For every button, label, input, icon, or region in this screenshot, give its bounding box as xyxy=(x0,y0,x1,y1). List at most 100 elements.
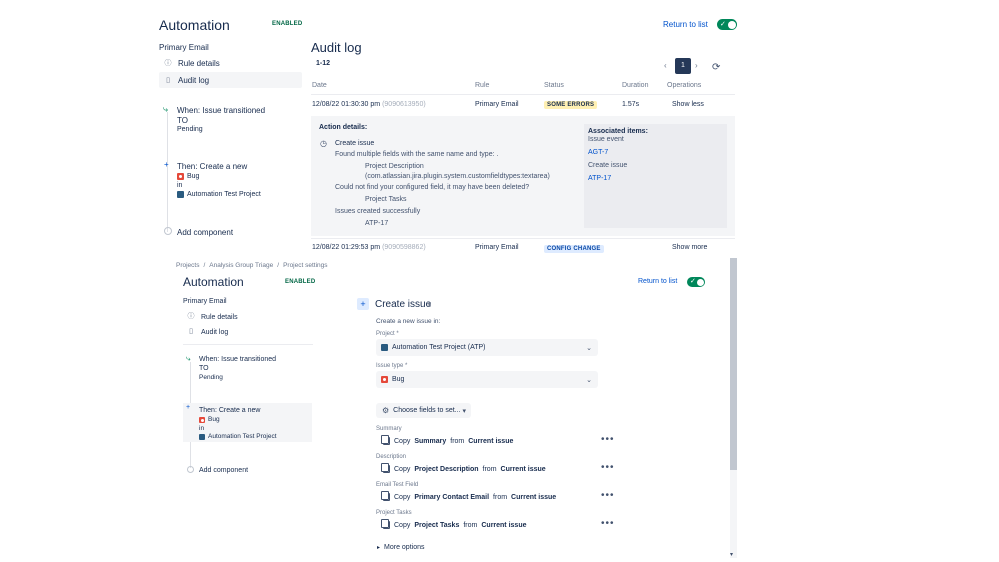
copy-field: Summary xyxy=(414,437,447,445)
row2-show-more[interactable]: Show more xyxy=(672,244,707,251)
more-icon[interactable]: ••• xyxy=(601,434,615,445)
bug-icon xyxy=(199,416,205,423)
copy-source: Current issue xyxy=(481,521,527,529)
document-icon: ▯ xyxy=(189,328,193,335)
row1-duration: 1.57s xyxy=(622,101,640,108)
editor-heading: Create issue xyxy=(375,299,432,310)
issue-type-field-label: Issue type * xyxy=(376,363,408,369)
breadcrumb-separator: / xyxy=(277,262,280,269)
branch-icon: ⤷ xyxy=(186,354,191,363)
bottom-nav-audit-log[interactable]: ▯ Audit log xyxy=(187,328,228,336)
clock-icon: ◷ xyxy=(320,139,327,148)
copy-field: Project Tasks xyxy=(414,521,460,529)
more-icon[interactable]: ••• xyxy=(601,490,615,501)
audit-heading: Audit log xyxy=(311,40,362,55)
breadcrumb: Projects / Analysis Group Triage / Proje… xyxy=(176,262,328,269)
top-action-line1[interactable]: Then: Create a new xyxy=(177,162,247,171)
more-icon[interactable]: ••• xyxy=(601,518,615,529)
bottom-return-link[interactable]: Return to list xyxy=(638,278,677,285)
bottom-add-component[interactable]: Add component xyxy=(199,467,248,474)
more-options-toggle[interactable]: ▸ More options xyxy=(377,544,424,551)
choose-fields-label: Choose fields to set... xyxy=(393,407,461,414)
chevron-right-icon[interactable]: › xyxy=(695,61,698,70)
top-nav-audit-log[interactable]: ▯ Audit log xyxy=(164,76,209,85)
details-line-2: Project Description xyxy=(365,163,424,170)
top-return-link[interactable]: Return to list xyxy=(663,20,708,29)
bottom-status-badge: ENABLED xyxy=(285,279,316,285)
field-description-row[interactable]: Copy Project Description from Current is… xyxy=(381,463,546,473)
top-rule-toggle[interactable]: ✓ xyxy=(717,19,737,30)
top-nav-rule-details[interactable]: ⓘ Rule details xyxy=(164,59,220,68)
breadcrumb-project[interactable]: Analysis Group Triage xyxy=(209,262,273,269)
refresh-icon[interactable]: ⟳ xyxy=(712,62,720,73)
copy-field: Primary Contact Email xyxy=(414,493,490,501)
delete-icon[interactable]: ▮ xyxy=(428,301,431,308)
row2-date: 12/08/22 01:29:53 pm (9090598862) xyxy=(312,244,426,251)
breadcrumb-projects[interactable]: Projects xyxy=(176,262,199,269)
copy-from: from xyxy=(463,521,478,529)
field-summary-row[interactable]: Copy Summary from Current issue xyxy=(381,435,513,445)
bottom-action-in: in xyxy=(199,425,205,432)
field-label-email: Email Test Field xyxy=(376,482,419,488)
row-date: 12/08/22 01:29:53 pm xyxy=(312,244,381,251)
assoc-created-link[interactable]: ATP-17 xyxy=(588,175,611,182)
row1-rule: Primary Email xyxy=(475,101,519,108)
bottom-trigger-line2: TO xyxy=(199,365,209,372)
top-trigger-line2: TO xyxy=(177,116,188,125)
copy-source: Current issue xyxy=(511,493,557,501)
row2-rule: Primary Email xyxy=(475,244,519,251)
issue-type-select-value: Bug xyxy=(392,376,405,383)
info-icon: ⓘ xyxy=(164,59,172,67)
row1-show-less[interactable]: Show less xyxy=(672,101,704,108)
audit-range: 1-12 xyxy=(316,60,331,67)
bottom-trigger-line1[interactable]: When: Issue transitioned xyxy=(199,356,276,363)
details-line-5: Project Tasks xyxy=(365,196,407,203)
project-select-value: Automation Test Project (ATP) xyxy=(392,344,486,351)
editor-subtitle: Create a new issue in: xyxy=(376,318,441,325)
copy-word: Copy xyxy=(394,493,411,501)
bottom-action-line1[interactable]: Then: Create a new xyxy=(199,407,260,414)
copy-icon xyxy=(381,435,390,445)
assoc-issue-link[interactable]: AGT-7 xyxy=(588,149,608,156)
scrollbar-thumb[interactable] xyxy=(730,258,737,470)
more-options-label: More options xyxy=(384,544,425,551)
scroll-down-icon[interactable]: ▾ xyxy=(730,551,733,558)
issue-type-select[interactable]: Bug ⌄ xyxy=(376,371,598,388)
col-date: Date xyxy=(312,82,327,89)
chevron-down-icon: ▾ xyxy=(462,407,466,415)
field-project-tasks-row[interactable]: Copy Project Tasks from Current issue xyxy=(381,519,527,529)
top-trigger-line1[interactable]: When: Issue transitioned xyxy=(177,106,265,115)
chevron-down-icon: ⌄ xyxy=(586,344,592,352)
pagination-current[interactable]: 1 xyxy=(675,58,691,74)
field-label-description: Description xyxy=(376,454,407,460)
choose-fields-button[interactable]: ⚙ Choose fields to set... ▾ xyxy=(376,403,471,418)
details-action: Create issue xyxy=(335,140,375,147)
project-field-label: Project * xyxy=(376,331,399,337)
copy-word: Copy xyxy=(394,521,411,529)
row-date: 12/08/22 01:30:30 pm xyxy=(312,101,381,108)
bottom-rule-toggle[interactable]: ✓ xyxy=(687,277,705,287)
more-icon[interactable]: ••• xyxy=(601,462,615,473)
bottom-nav-rule-details[interactable]: ⓘ Rule details xyxy=(187,313,238,321)
editor-plus-badge: + xyxy=(357,298,369,310)
nav-label: Rule details xyxy=(201,313,238,321)
project-select[interactable]: Automation Test Project (ATP) ⌄ xyxy=(376,339,598,356)
field-email-row[interactable]: Copy Primary Contact Email from Current … xyxy=(381,491,557,501)
copy-field: Project Description xyxy=(414,465,479,473)
top-rule-name: Primary Email xyxy=(159,43,209,52)
chevron-left-icon[interactable]: ‹ xyxy=(664,61,667,70)
details-line-3: (com.atlassian.jira.plugin.system.custom… xyxy=(365,173,550,180)
copy-icon xyxy=(381,491,390,501)
header-divider xyxy=(311,94,735,95)
issue-type-label: Bug xyxy=(187,173,200,180)
copy-from: from xyxy=(482,465,497,473)
sidebar-divider xyxy=(183,344,313,345)
breadcrumb-separator: / xyxy=(203,262,206,269)
nav-label: Audit log xyxy=(178,76,210,85)
col-rule: Rule xyxy=(475,82,490,89)
details-line-1: Found multiple fields with the same name… xyxy=(335,151,499,158)
col-status: Status xyxy=(544,82,564,89)
top-add-component[interactable]: Add component xyxy=(177,228,233,237)
top-action-in: in xyxy=(177,182,183,189)
breadcrumb-settings[interactable]: Project settings xyxy=(283,262,327,269)
